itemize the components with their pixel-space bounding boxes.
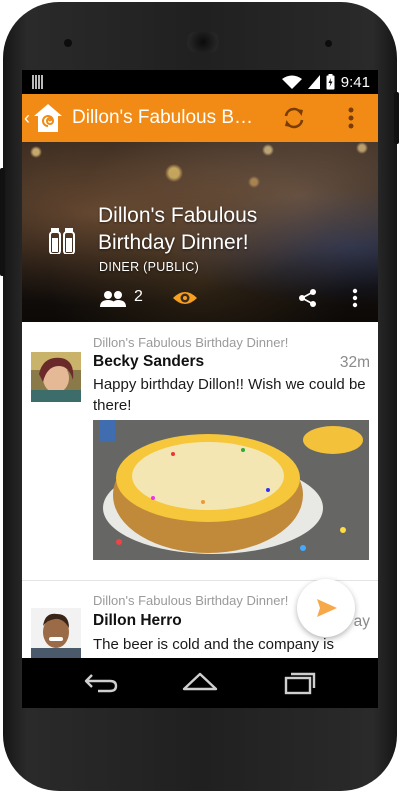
- event-title: Dillon's Fabulous Birthday Dinner!: [98, 204, 258, 254]
- earpiece-speaker: [185, 32, 221, 52]
- status-bar: 9:41: [22, 70, 378, 94]
- post-group-name[interactable]: Dillon's Fabulous Birthday Dinner!: [93, 335, 288, 350]
- salt-pepper-icon: [49, 228, 75, 254]
- overflow-menu-icon[interactable]: [344, 104, 358, 132]
- light-sensor: [325, 40, 332, 47]
- post-author[interactable]: Dillon Herro: [93, 612, 182, 630]
- volume-button: [394, 92, 399, 144]
- nav-bar: [22, 658, 378, 708]
- post-timestamp: ay: [353, 613, 370, 630]
- post-author[interactable]: Becky Sanders: [93, 353, 204, 371]
- camera-sensor: [64, 39, 72, 47]
- share-icon[interactable]: [298, 288, 318, 308]
- battery-charging-icon: [326, 74, 335, 90]
- up-caret-icon[interactable]: ‹: [24, 108, 30, 129]
- recents-icon[interactable]: [284, 671, 316, 695]
- becky-avatar-image: [31, 352, 81, 402]
- more-icon[interactable]: [352, 288, 358, 308]
- post-image[interactable]: [93, 420, 369, 560]
- attendee-count[interactable]: 2: [134, 288, 143, 306]
- post-text: The beer is cold and the company is: [93, 636, 334, 653]
- screen: 9:41 ‹ Dillon's Fabulous Birthday Dinner…: [22, 70, 378, 658]
- birthday-cake-image: [93, 420, 369, 560]
- dillon-avatar-image: [31, 608, 81, 658]
- power-button: [0, 168, 5, 276]
- back-icon[interactable]: [84, 671, 118, 693]
- event-header: Dillon's Fabulous Birthday Dinner! DINER…: [22, 142, 378, 322]
- home-logo-icon[interactable]: [32, 102, 64, 134]
- post-timestamp: 32m: [339, 354, 370, 371]
- avatar[interactable]: [31, 352, 81, 402]
- eye-icon[interactable]: [172, 290, 198, 306]
- signal-icon: [307, 75, 320, 89]
- post-group-name[interactable]: Dillon's Fabulous Birthday Dinner!: [93, 593, 288, 608]
- compose-fab[interactable]: [297, 579, 355, 637]
- home-icon[interactable]: [182, 671, 218, 691]
- send-icon: [317, 599, 337, 617]
- status-time: 9:41: [340, 73, 370, 91]
- notification-icon: [32, 75, 44, 89]
- app-bar: ‹ Dillon's Fabulous Birthday Dinner!: [22, 94, 378, 142]
- wifi-icon: [281, 75, 302, 89]
- people-icon[interactable]: [100, 290, 126, 308]
- app-title: Dillon's Fabulous Birthday Dinner!: [72, 107, 256, 128]
- avatar[interactable]: [31, 608, 81, 658]
- post-text: Happy birthday Dillon!! Wish we could be…: [93, 376, 366, 414]
- refresh-icon[interactable]: [280, 104, 308, 132]
- event-venue: DINER (PUBLIC): [99, 260, 200, 274]
